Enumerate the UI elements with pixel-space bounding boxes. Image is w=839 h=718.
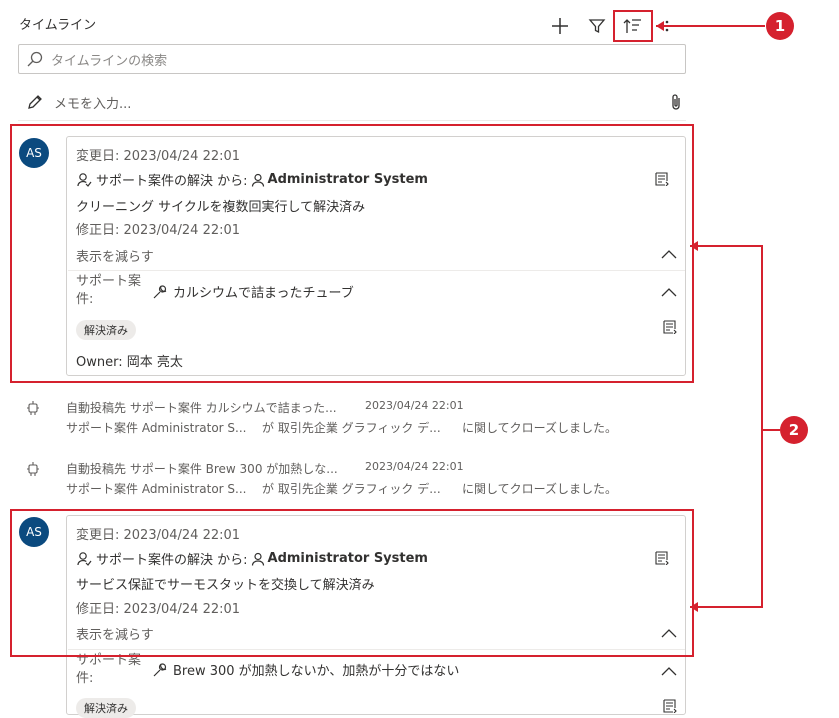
callout-badge-1: 1 (766, 12, 794, 40)
callout-lines (656, 21, 780, 612)
callout-badge-2: 2 (780, 416, 808, 444)
